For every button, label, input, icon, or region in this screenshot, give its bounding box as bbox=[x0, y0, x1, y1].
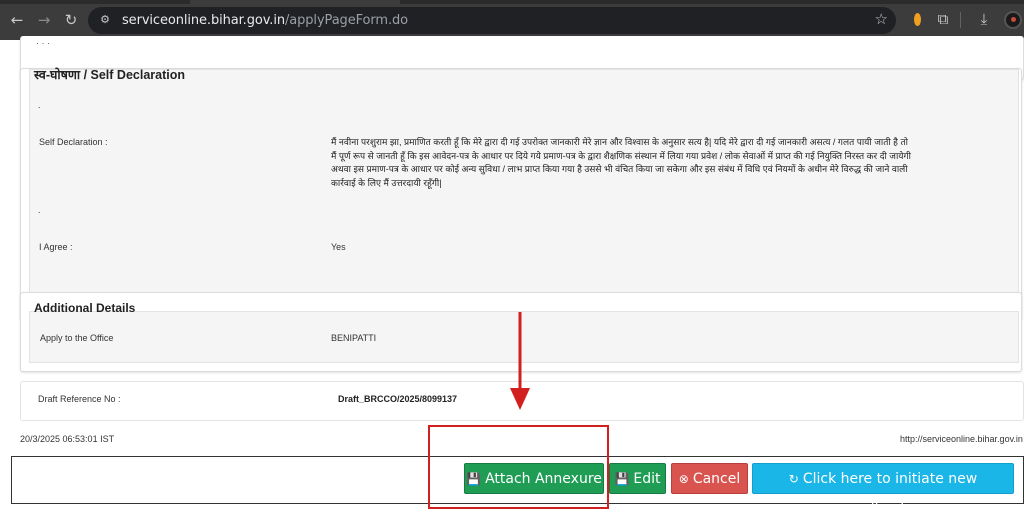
annotation-arrow bbox=[510, 312, 530, 410]
url-text[interactable]: serviceonline.bihar.gov.in/applyPageForm… bbox=[122, 13, 408, 28]
cancel-label: Cancel bbox=[692, 471, 741, 487]
reload-icon[interactable]: ↻ bbox=[61, 10, 81, 30]
bookmark-star-icon[interactable]: ☆ bbox=[875, 10, 888, 28]
footer-timestamp: 20/3/2025 06:53:01 IST bbox=[20, 434, 115, 444]
toolbar-divider bbox=[960, 12, 961, 28]
spacer-dot: . bbox=[38, 100, 41, 110]
site-info-icon[interactable]: ⚙ bbox=[97, 12, 113, 28]
extensions-puzzle-icon[interactable]: ⧉ bbox=[934, 11, 952, 29]
annotation-highlight-box bbox=[428, 425, 609, 509]
draft-reference-value: Draft_BRCCO/2025/8099137 bbox=[338, 394, 458, 404]
back-icon[interactable]: ← bbox=[7, 10, 27, 30]
refresh-icon: ↻ bbox=[788, 472, 799, 486]
save-icon: 💾 bbox=[614, 472, 630, 486]
browser-toolbar: ← → ↻ ⚙ serviceonline.bihar.gov.in/apply… bbox=[0, 0, 1024, 40]
url-path: /applyPageForm.do bbox=[284, 13, 408, 28]
cancel-button[interactable]: ⊗ Cancel bbox=[671, 463, 748, 494]
edit-button[interactable]: 💾 Edit bbox=[609, 463, 666, 494]
self-declaration-title: स्व-घोषणा / Self Declaration bbox=[34, 68, 185, 82]
address-bar[interactable]: ⚙ serviceonline.bihar.gov.in/applyPageFo… bbox=[88, 7, 896, 34]
self-declaration-label: Self Declaration : bbox=[39, 137, 108, 147]
draft-reference-label: Draft Reference No : bbox=[38, 394, 121, 404]
agree-label: I Agree : bbox=[39, 242, 73, 252]
clipped-text: · · · bbox=[36, 38, 50, 48]
office-value: BENIPATTI bbox=[331, 333, 377, 343]
edit-label: Edit bbox=[633, 471, 661, 487]
footer-site-link[interactable]: http://serviceonline.bihar.gov.in bbox=[900, 434, 1023, 444]
download-icon[interactable]: ⤓ bbox=[975, 11, 993, 29]
tab-strip bbox=[0, 0, 1024, 4]
url-host: serviceonline.bihar.gov.in bbox=[122, 13, 285, 28]
close-circle-icon: ⊗ bbox=[678, 472, 689, 486]
profile-avatar[interactable] bbox=[1004, 11, 1022, 29]
active-tab[interactable] bbox=[190, 0, 400, 4]
extension-icon[interactable] bbox=[908, 11, 926, 29]
self-declaration-panel bbox=[20, 68, 1022, 320]
new-application-button[interactable]: ↻ Click here to initiate new application bbox=[752, 463, 1014, 518]
forward-icon[interactable]: → bbox=[34, 10, 54, 30]
self-declaration-text: मैं नवीना परशुराम झा, प्रमाणित करती हूँ … bbox=[331, 137, 911, 188]
new-application-label: Click here to initiate new application bbox=[802, 471, 978, 518]
agree-value: Yes bbox=[331, 242, 346, 252]
spacer-dot: . bbox=[38, 205, 41, 215]
additional-details-title: Additional Details bbox=[34, 301, 136, 315]
office-label: Apply to the Office bbox=[40, 333, 114, 343]
page-content: · · · स्व-घोषणा / Self Declaration . Sel… bbox=[0, 36, 1024, 529]
